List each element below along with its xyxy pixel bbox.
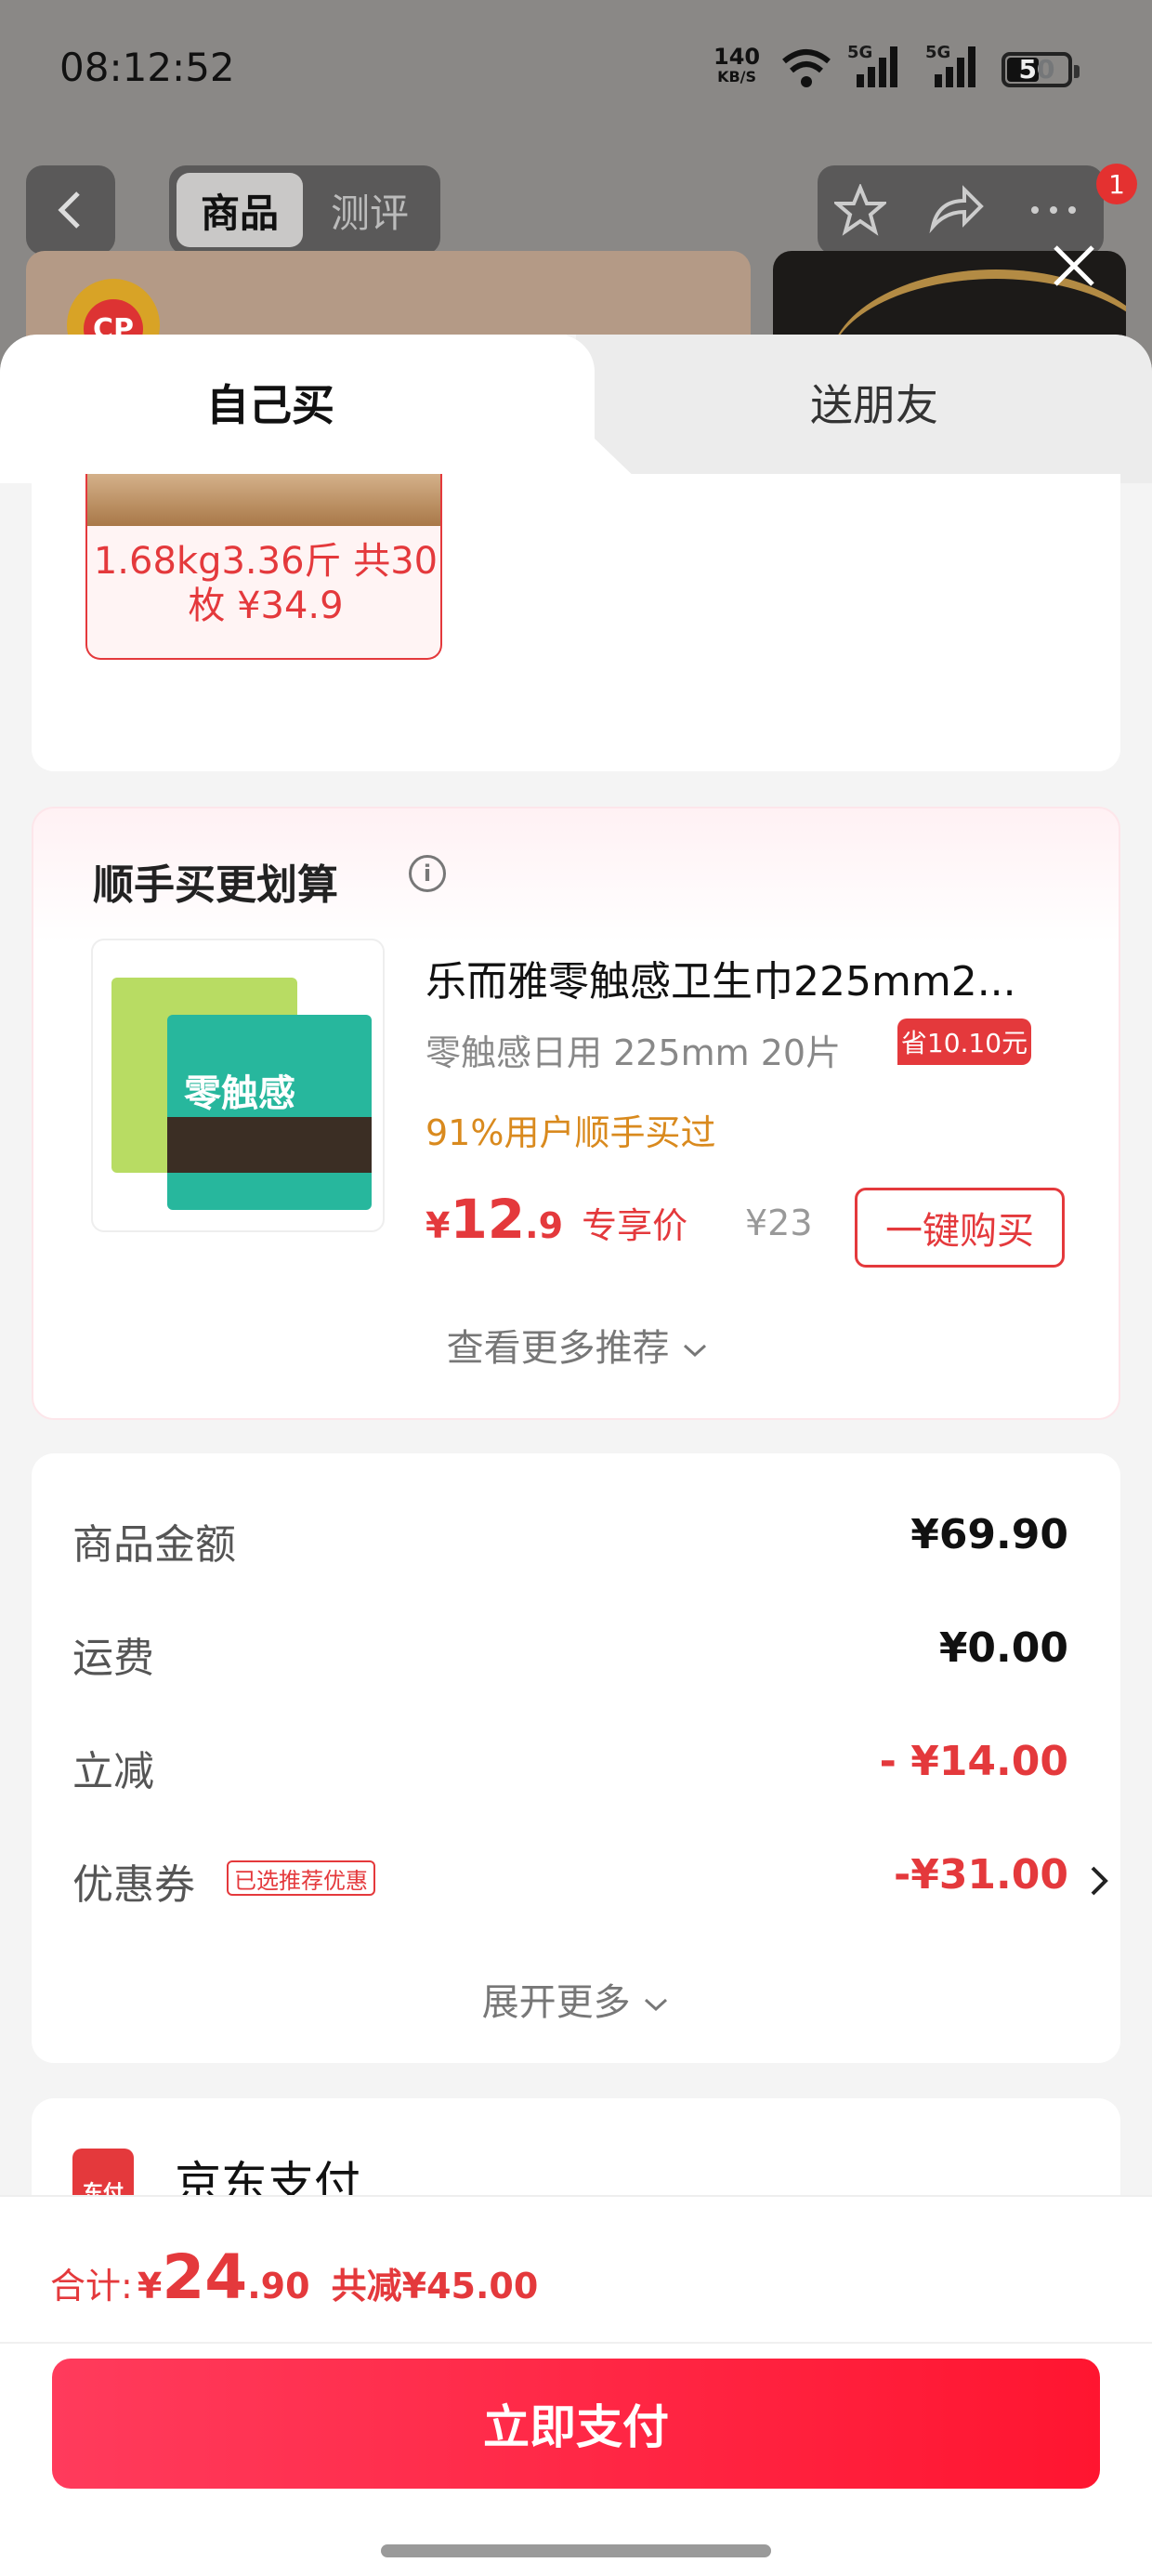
- tab-goods[interactable]: 商品: [177, 173, 303, 247]
- info-icon[interactable]: i: [409, 855, 446, 892]
- checkout-bottom-bar: 合计: ¥24.90 共减¥45.00 立即支付: [0, 2195, 1152, 2576]
- chevron-right-icon: [1091, 1866, 1108, 1896]
- row-coupon[interactable]: 优惠券 已选推荐优惠 -¥31.00: [72, 1844, 1108, 1909]
- close-icon[interactable]: [1046, 238, 1102, 294]
- status-bar: 08:12:52 140 KB/S 5G 5G 50: [0, 0, 1152, 139]
- status-time: 08:12:52: [59, 45, 235, 90]
- pack-text: 零触感: [184, 1072, 295, 1115]
- favorite-star-icon[interactable]: [832, 182, 888, 238]
- total-dec: .90: [247, 2266, 310, 2307]
- more-icon[interactable]: [1026, 182, 1081, 238]
- more-recommendations-label: 查看更多推荐: [446, 1327, 670, 1370]
- instant-discount-value: - ¥14.00: [879, 1738, 1068, 1785]
- tab-buy-self[interactable]: 自己买: [206, 372, 334, 433]
- expand-more-label: 展开更多: [481, 1981, 631, 2024]
- goods-amount-label: 商品金额: [72, 1521, 236, 1569]
- price-symbol: ¥: [425, 1205, 451, 1246]
- bundle-card: 顺手买更划算 i 零触感 乐而雅零触感卫生巾225mm2... 零触感日用 22…: [32, 807, 1120, 1420]
- tab-gift-friend[interactable]: 送朋友: [810, 372, 938, 433]
- price-label: 专享价: [582, 1205, 688, 1246]
- chevron-down-icon: [645, 1998, 668, 2012]
- cart-badge: 1: [1096, 164, 1137, 204]
- battery-level: 50: [1018, 54, 1055, 85]
- share-icon[interactable]: [929, 182, 985, 238]
- instant-discount-label: 立减: [72, 1748, 154, 1795]
- net-speed-value: 140: [713, 44, 761, 70]
- price-dec: .9: [525, 1205, 564, 1246]
- total-symbol: ¥: [137, 2266, 163, 2307]
- shipping-value: ¥0.00: [938, 1624, 1068, 1672]
- spec-option-label: 1.68kg3.36斤 共30枚 ¥34.9: [93, 540, 439, 627]
- one-click-buy-button[interactable]: 一键购买: [855, 1188, 1065, 1268]
- total-int: 24: [162, 2241, 248, 2313]
- pay-now-button[interactable]: 立即支付: [52, 2359, 1100, 2489]
- goods-amount-value: ¥69.90: [910, 1511, 1068, 1558]
- row-goods-amount: 商品金额 ¥69.90: [72, 1504, 1068, 1569]
- battery-icon: 50: [1001, 52, 1080, 87]
- more-recommendations-link[interactable]: 查看更多推荐: [33, 1318, 1122, 1372]
- row-shipping: 运费 ¥0.00: [72, 1617, 1068, 1682]
- net-speed-unit: KB/S: [717, 68, 757, 85]
- coupon-value: -¥31.00: [893, 1851, 1068, 1899]
- original-price: ¥23: [745, 1203, 813, 1243]
- row-instant-discount: 立减 - ¥14.00: [72, 1730, 1068, 1795]
- total-amount: 合计: ¥24.90 共减¥45.00: [50, 2241, 538, 2313]
- save-tag: 省10.10元: [897, 1019, 1031, 1065]
- net-speed: 140 KB/S: [713, 46, 760, 87]
- amount-summary-card: 商品金额 ¥69.90 运费 ¥0.00 立减 - ¥14.00 优惠券 已选推…: [32, 1453, 1120, 2063]
- spec-thumbnail: [87, 474, 440, 526]
- coupon-tag: 已选推荐优惠: [227, 1860, 375, 1896]
- spec-card: 1.68kg3.36斤 共30枚 ¥34.9: [32, 474, 1120, 771]
- bundle-product-name[interactable]: 乐而雅零触感卫生巾225mm2...: [425, 948, 1076, 1007]
- bundle-price: ¥12.9 专享价: [425, 1188, 687, 1251]
- bundle-product-image[interactable]: 零触感: [91, 939, 385, 1232]
- coupon-label: 优惠券: [72, 1861, 195, 1909]
- chevron-down-icon: [684, 1344, 707, 1358]
- spec-option-selected[interactable]: 1.68kg3.36斤 共30枚 ¥34.9: [85, 474, 442, 660]
- home-indicator[interactable]: [381, 2544, 771, 2557]
- expand-more-link[interactable]: 展开更多: [32, 1972, 1120, 2026]
- shipping-label: 运费: [72, 1635, 154, 1682]
- total-label: 合计:: [50, 2266, 133, 2307]
- bundle-bought-rate: 91%用户顺手买过: [425, 1112, 716, 1153]
- bundle-title: 顺手买更划算: [93, 861, 338, 909]
- nav-tabs: 商品 测评: [169, 165, 440, 255]
- total-saved: 共减¥45.00: [331, 2266, 539, 2307]
- tab-review[interactable]: 测评: [307, 173, 433, 247]
- bundle-product-spec: 零触感日用 225mm 20片: [425, 1032, 842, 1073]
- back-button[interactable]: [26, 165, 115, 255]
- price-int: 12: [450, 1188, 526, 1251]
- wifi-icon: [782, 49, 831, 87]
- back-arrow-icon: [58, 191, 80, 229]
